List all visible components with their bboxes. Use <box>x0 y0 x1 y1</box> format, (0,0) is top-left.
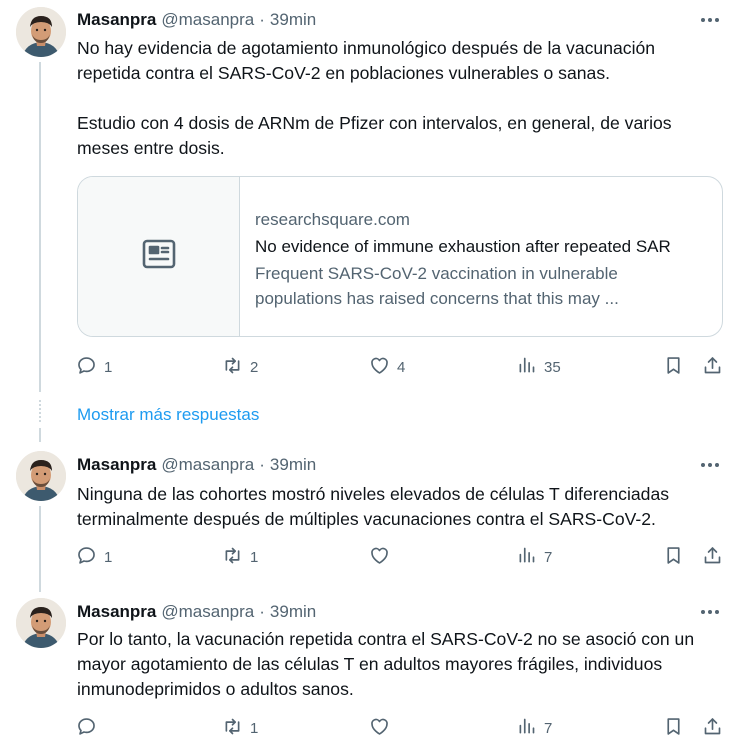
views-button[interactable]: 35 <box>516 355 561 379</box>
avatar[interactable] <box>16 451 66 501</box>
author-name[interactable]: Masanpra <box>77 10 156 30</box>
author-handle[interactable]: @masanpra <box>161 455 254 475</box>
author-handle[interactable]: @masanpra <box>161 10 254 30</box>
views-count: 7 <box>544 548 553 566</box>
timestamp[interactable]: 39min <box>270 10 316 30</box>
tweet[interactable]: Masanpra @masanpra · 39min Por lo tanto,… <box>0 594 740 752</box>
avatar[interactable] <box>16 7 66 57</box>
reply-button[interactable] <box>76 716 104 740</box>
retweet-count: 1 <box>250 719 259 737</box>
card-thumbnail <box>78 177 240 336</box>
retweet-icon <box>222 716 243 741</box>
author-handle[interactable]: @masanpra <box>161 602 254 622</box>
tweet-header: Masanpra @masanpra · 39min <box>77 600 316 624</box>
timestamp[interactable]: 39min <box>270 455 316 475</box>
tweet[interactable]: Masanpra @masanpra · 39min Ninguna de la… <box>0 447 740 589</box>
share-button[interactable] <box>702 545 723 569</box>
thread-line <box>39 428 41 442</box>
retweet-count: 1 <box>250 548 259 566</box>
like-icon <box>369 355 390 380</box>
views-button[interactable]: 7 <box>516 545 552 569</box>
author-name[interactable]: Masanpra <box>77 602 156 622</box>
like-button[interactable]: 4 <box>369 355 405 379</box>
article-icon <box>142 239 176 274</box>
card-description: Frequent SARS-CoV-2 vaccination in vulne… <box>255 264 619 308</box>
action-bar: 1 2 4 35 <box>76 355 726 379</box>
separator: · <box>259 602 265 621</box>
tweet-text: Por lo tanto, la vacunación repetida con… <box>77 629 695 699</box>
like-icon <box>369 716 390 741</box>
retweet-button[interactable]: 2 <box>222 355 258 379</box>
separator: · <box>259 455 265 474</box>
tweet[interactable]: Masanpra @masanpra · 39min No hay eviden… <box>0 0 740 392</box>
views-icon <box>516 355 537 380</box>
show-more-replies-link[interactable]: Mostrar más respuestas <box>77 403 259 427</box>
tweet-header: Masanpra @masanpra · 39min <box>77 8 316 32</box>
author-name[interactable]: Masanpra <box>77 455 156 475</box>
reply-icon <box>76 545 97 570</box>
action-bar: 1 7 <box>76 716 726 740</box>
bookmark-button[interactable] <box>663 545 684 569</box>
views-count: 35 <box>544 358 561 376</box>
retweet-icon <box>222 545 243 570</box>
views-count: 7 <box>544 719 553 737</box>
reply-count: 1 <box>104 548 113 566</box>
card-domain: researchsquare.com <box>255 210 410 229</box>
bookmark-icon <box>663 545 684 570</box>
more-icon[interactable] <box>698 10 722 30</box>
bookmark-icon <box>663 355 684 380</box>
share-icon <box>702 545 723 570</box>
views-icon <box>516 545 537 570</box>
tweet-text: No hay evidencia de agotamiento inmunoló… <box>77 38 672 158</box>
more-icon[interactable] <box>698 455 722 475</box>
like-icon <box>369 545 390 570</box>
retweet-count: 2 <box>250 358 259 376</box>
card-text: researchsquare.com No evidence of immune… <box>255 207 715 311</box>
tweet-header: Masanpra @masanpra · 39min <box>77 453 316 477</box>
like-count: 4 <box>397 358 406 376</box>
views-icon <box>516 716 537 741</box>
reply-count: 1 <box>104 358 113 376</box>
action-bar: 1 1 7 <box>76 545 726 569</box>
like-button[interactable] <box>369 545 397 569</box>
bookmark-button[interactable] <box>663 716 684 740</box>
share-icon <box>702 716 723 741</box>
more-icon[interactable] <box>698 602 722 622</box>
reply-icon <box>76 716 97 741</box>
timestamp[interactable]: 39min <box>270 602 316 622</box>
reply-button[interactable]: 1 <box>76 545 112 569</box>
share-button[interactable] <box>702 355 723 379</box>
reply-button[interactable]: 1 <box>76 355 112 379</box>
retweet-button[interactable]: 1 <box>222 545 258 569</box>
retweet-button[interactable]: 1 <box>222 716 258 740</box>
bookmark-icon <box>663 716 684 741</box>
reply-icon <box>76 355 97 380</box>
tweet-text: Ninguna de las cohortes mostró niveles e… <box>77 484 670 529</box>
avatar[interactable] <box>16 598 66 648</box>
share-icon <box>702 355 723 380</box>
retweet-icon <box>222 355 243 380</box>
share-button[interactable] <box>702 716 723 740</box>
thread-gap-dots <box>39 400 41 422</box>
views-button[interactable]: 7 <box>516 716 552 740</box>
link-card[interactable]: researchsquare.com No evidence of immune… <box>77 176 723 337</box>
like-button[interactable] <box>369 716 397 740</box>
separator: · <box>259 10 265 29</box>
bookmark-button[interactable] <box>663 355 684 379</box>
card-title: No evidence of immune exhaustion after r… <box>255 237 671 256</box>
